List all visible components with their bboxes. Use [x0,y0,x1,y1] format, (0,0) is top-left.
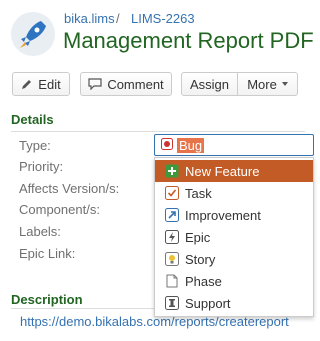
issue-title[interactable]: Management Report PDF [63,28,314,54]
assign-button-label: Assign [189,76,230,92]
type-option-support[interactable]: Support [155,292,313,314]
field-label-labels: Labels: [19,224,61,239]
support-icon [165,296,179,310]
comment-icon [88,78,102,90]
type-option-phase[interactable]: Phase [155,270,313,292]
type-option-epic[interactable]: Epic [155,226,313,248]
more-button-label: More [247,76,277,92]
breadcrumb-project-link[interactable]: bika.lims [64,11,115,26]
details-divider [11,131,305,132]
phase-icon [165,274,179,288]
breadcrumb-separator: / [116,11,120,26]
story-icon [165,252,179,266]
project-avatar[interactable] [11,12,55,56]
field-label-components: Component/s: [19,202,100,217]
type-option-story[interactable]: Story [155,248,313,270]
type-option-label: Phase [185,274,222,289]
comment-button-label: Comment [107,76,164,92]
assign-button[interactable]: Assign [181,72,238,96]
type-option-label: Support [185,296,231,311]
type-option-task[interactable]: Task [155,182,313,204]
type-option-label: Improvement [185,208,261,223]
more-button[interactable]: More [237,72,298,96]
comment-button[interactable]: Comment [80,72,172,96]
details-heading[interactable]: Details [11,112,54,127]
field-label-epic-link: Epic Link: [19,246,76,261]
pencil-icon [21,78,33,90]
field-label-type: Type: [19,138,51,153]
task-icon [165,186,179,200]
chevron-down-icon [281,82,288,86]
edit-button-label: Edit [38,76,61,92]
type-option-new-feature[interactable]: New Feature [155,160,313,182]
type-select[interactable]: Bug [154,134,314,156]
type-option-label: Story [185,252,216,267]
type-option-improvement[interactable]: Improvement [155,204,313,226]
improvement-icon [165,208,179,222]
type-option-label: New Feature [185,164,260,179]
type-select-value[interactable]: Bug [177,137,205,153]
edit-button[interactable]: Edit [12,72,70,96]
type-option-label: Epic [185,230,211,245]
type-dropdown: New Feature Task Improvement Epic Story … [154,157,314,317]
description-heading[interactable]: Description [11,292,83,307]
epic-icon [165,230,179,244]
field-label-affects-version: Affects Version/s: [19,181,120,196]
field-label-priority: Priority: [19,159,64,174]
new-feature-icon [165,164,179,178]
bug-icon [161,137,173,153]
rocket-icon [20,21,46,48]
type-option-label: Task [185,186,212,201]
breadcrumb-issue-link[interactable]: LIMS-2263 [131,11,195,26]
